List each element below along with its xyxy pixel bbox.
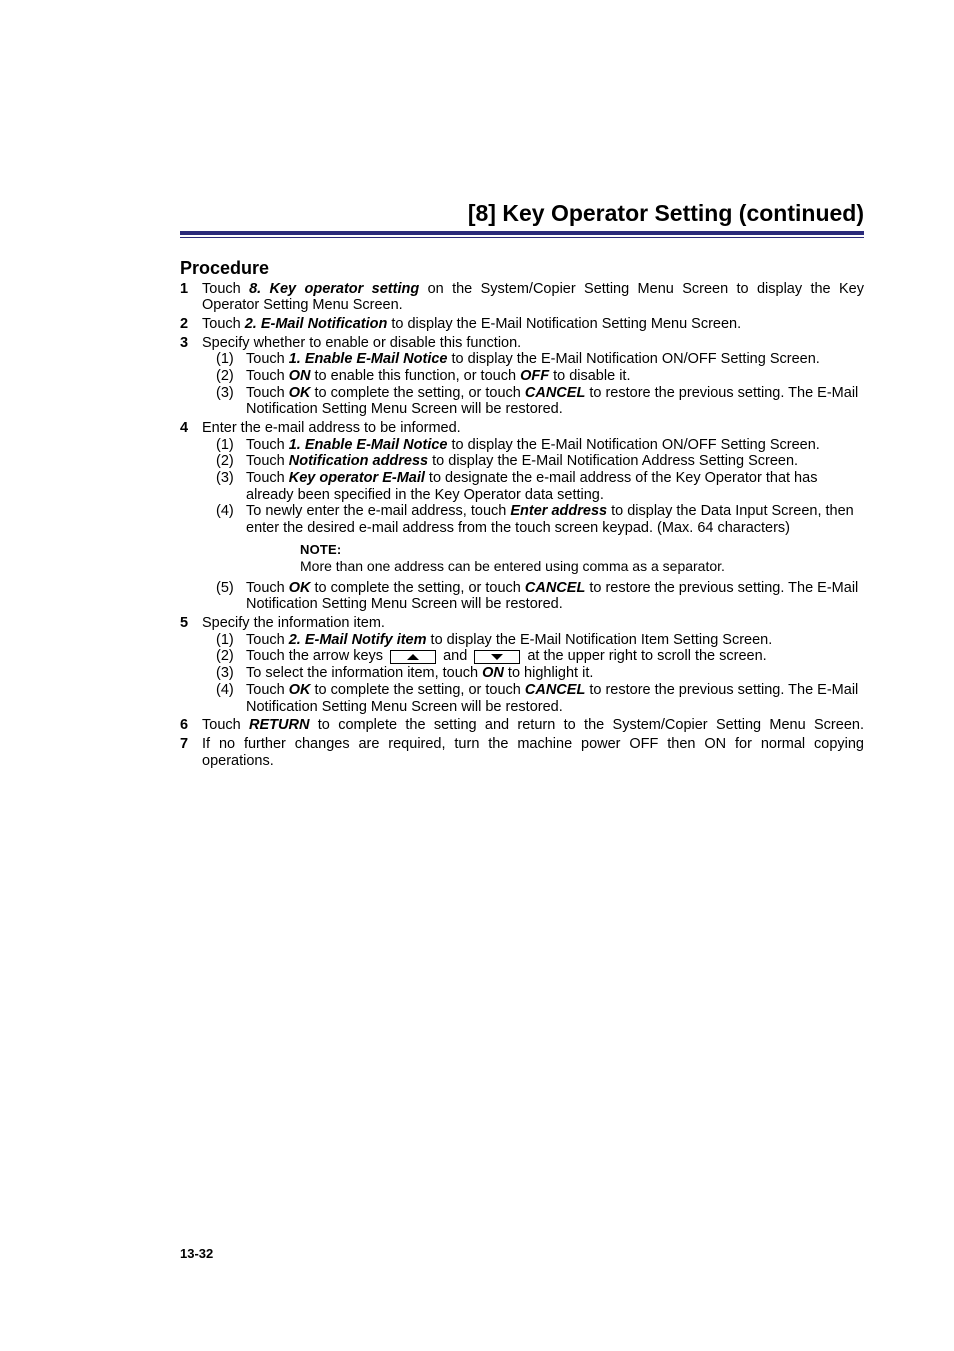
procedure-section: Procedure 1Touch 8. Key operator setting… bbox=[180, 258, 864, 769]
sub-body: Touch 1. Enable E-Mail Notice to display… bbox=[246, 437, 864, 454]
step-number: 7 bbox=[180, 736, 202, 769]
sub-item: (3)To select the information item, touch… bbox=[216, 665, 864, 682]
step-number: 2 bbox=[180, 316, 202, 333]
note-text: More than one address can be entered usi… bbox=[300, 558, 864, 574]
sub-number: (1) bbox=[216, 437, 246, 454]
sub-body: To select the information item, touch ON… bbox=[246, 665, 864, 682]
sub-number: (4) bbox=[216, 503, 246, 536]
step-body: Specify whether to enable or disable thi… bbox=[202, 335, 864, 418]
step-number: 4 bbox=[180, 420, 202, 613]
sub-number: (1) bbox=[216, 351, 246, 368]
sub-item: (1)Touch 2. E-Mail Notify item to displa… bbox=[216, 632, 864, 649]
step: 2Touch 2. E-Mail Notification to display… bbox=[180, 316, 864, 333]
step-body: Touch 8. Key operator setting on the Sys… bbox=[202, 281, 864, 314]
sub-list: (1)Touch 2. E-Mail Notify item to displa… bbox=[202, 632, 864, 715]
step: 1Touch 8. Key operator setting on the Sy… bbox=[180, 281, 864, 314]
sub-body: Touch 2. E-Mail Notify item to display t… bbox=[246, 632, 864, 649]
arrow-down-icon bbox=[474, 650, 520, 664]
step-body: If no further changes are required, turn… bbox=[202, 736, 864, 769]
sub-number: (2) bbox=[216, 368, 246, 385]
sub-number: (2) bbox=[216, 648, 246, 665]
step-body: Touch RETURN to complete the setting and… bbox=[202, 717, 864, 734]
sub-number: (4) bbox=[216, 682, 246, 715]
sub-number: (3) bbox=[216, 385, 246, 418]
note-label: NOTE: bbox=[300, 543, 864, 558]
sub-body: Touch ON to enable this function, or tou… bbox=[246, 368, 864, 385]
sub-list: (1)Touch 1. Enable E-Mail Notice to disp… bbox=[202, 437, 864, 537]
sub-item: (2)Touch ON to enable this function, or … bbox=[216, 368, 864, 385]
step: 6Touch RETURN to complete the setting an… bbox=[180, 717, 864, 734]
sub-item: (2)Touch the arrow keys and at the upper… bbox=[216, 648, 864, 665]
sub-item: (3)Touch OK to complete the setting, or … bbox=[216, 385, 864, 418]
step-body: Touch 2. E-Mail Notification to display … bbox=[202, 316, 864, 333]
step-number: 5 bbox=[180, 615, 202, 715]
sub-body: Touch Key operator E-Mail to designate t… bbox=[246, 470, 864, 503]
sub-number: (5) bbox=[216, 580, 246, 613]
sub-number: (2) bbox=[216, 453, 246, 470]
step: 7If no further changes are required, tur… bbox=[180, 736, 864, 769]
sub-item: (4)Touch OK to complete the setting, or … bbox=[216, 682, 864, 715]
step: 3Specify whether to enable or disable th… bbox=[180, 335, 864, 418]
section-title: [8] Key Operator Setting (continued) bbox=[180, 200, 864, 227]
document-page: [8] Key Operator Setting (continued) Pro… bbox=[0, 0, 954, 1351]
sub-item: (4)To newly enter the e-mail address, to… bbox=[216, 503, 864, 536]
sub-body: Touch OK to complete the setting, or tou… bbox=[246, 385, 864, 418]
sub-body: To newly enter the e-mail address, touch… bbox=[246, 503, 864, 536]
step: 4Enter the e-mail address to be informed… bbox=[180, 420, 864, 613]
sub-item: (5)Touch OK to complete the setting, or … bbox=[216, 580, 864, 613]
step: 5Specify the information item.(1)Touch 2… bbox=[180, 615, 864, 715]
sub-body: Touch the arrow keys and at the upper ri… bbox=[246, 648, 864, 665]
sub-item: (3)Touch Key operator E-Mail to designat… bbox=[216, 470, 864, 503]
arrow-up-icon bbox=[390, 650, 436, 664]
step-number: 1 bbox=[180, 281, 202, 314]
procedure-heading: Procedure bbox=[180, 258, 864, 279]
steps-list: 1Touch 8. Key operator setting on the Sy… bbox=[180, 281, 864, 770]
sub-body: Touch 1. Enable E-Mail Notice to display… bbox=[246, 351, 864, 368]
sub-number: (1) bbox=[216, 632, 246, 649]
note-block: NOTE:More than one address can be entere… bbox=[300, 543, 864, 574]
sub-number: (3) bbox=[216, 665, 246, 682]
sub-body: Touch OK to complete the setting, or tou… bbox=[246, 580, 864, 613]
sub-list: (1)Touch 1. Enable E-Mail Notice to disp… bbox=[202, 351, 864, 418]
sub-item: (1)Touch 1. Enable E-Mail Notice to disp… bbox=[216, 437, 864, 454]
step-body: Specify the information item.(1)Touch 2.… bbox=[202, 615, 864, 715]
sub-body: Touch OK to complete the setting, or tou… bbox=[246, 682, 864, 715]
divider bbox=[180, 231, 864, 238]
page-number: 13-32 bbox=[180, 1246, 213, 1261]
sub-item: (1)Touch 1. Enable E-Mail Notice to disp… bbox=[216, 351, 864, 368]
sub-number: (3) bbox=[216, 470, 246, 503]
step-number: 6 bbox=[180, 717, 202, 734]
sub-list: (5)Touch OK to complete the setting, or … bbox=[202, 580, 864, 613]
sub-item: (2)Touch Notification address to display… bbox=[216, 453, 864, 470]
sub-body: Touch Notification address to display th… bbox=[246, 453, 864, 470]
step-body: Enter the e-mail address to be informed.… bbox=[202, 420, 864, 613]
step-number: 3 bbox=[180, 335, 202, 418]
